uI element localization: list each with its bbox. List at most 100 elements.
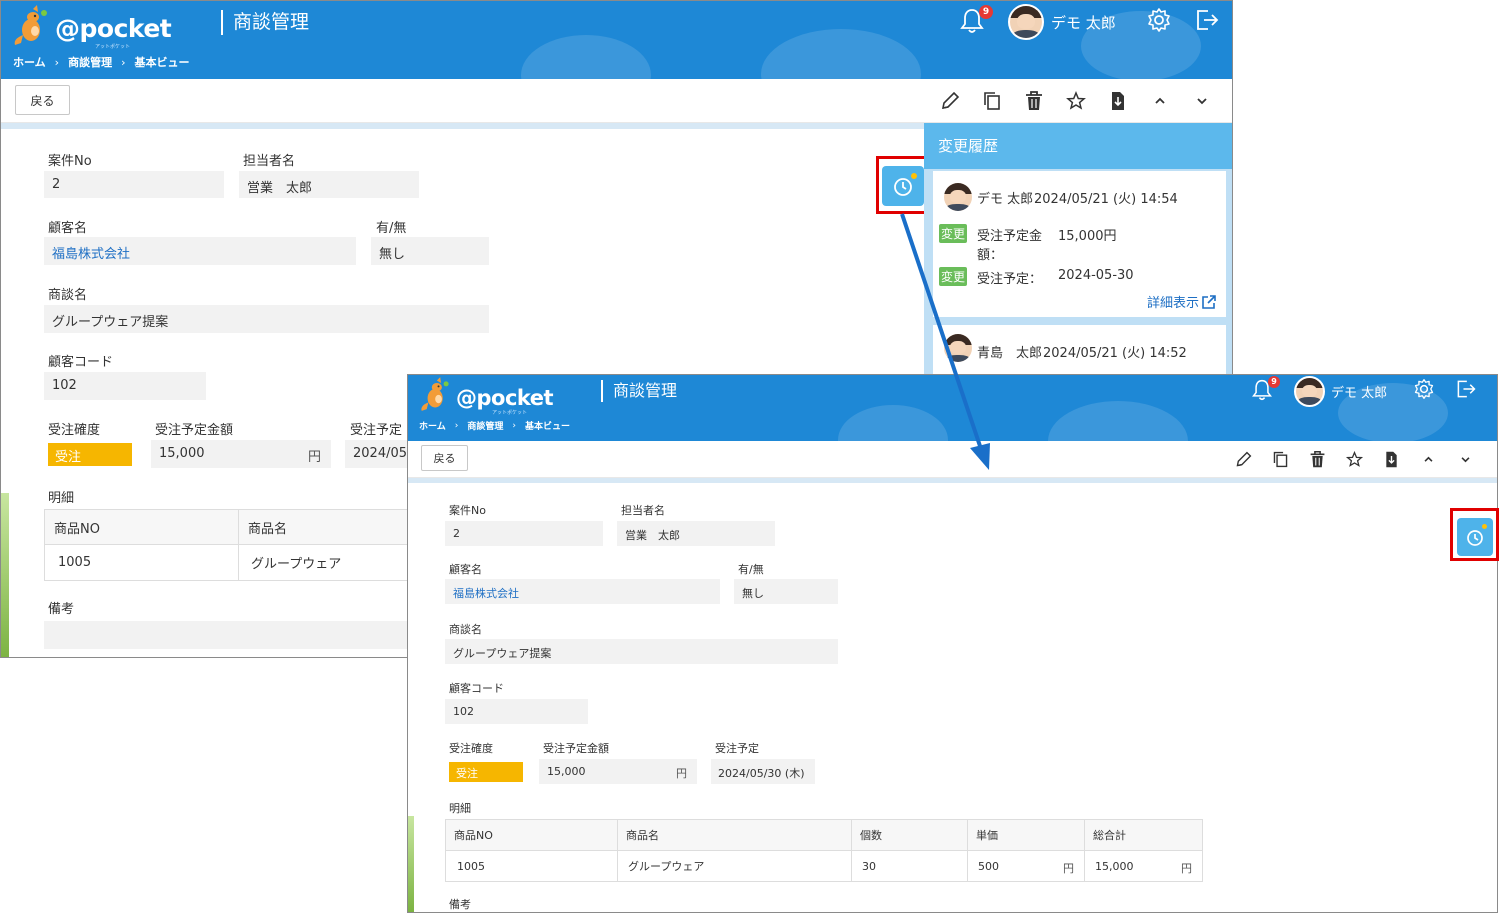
breadcrumb-basic-view: 基本ビュー [134, 56, 190, 69]
detail-view-link[interactable]: 詳細表示 [1147, 292, 1217, 311]
logo-subtext: アットポケット [95, 44, 131, 50]
breadcrumb-deals[interactable]: 商談管理 [467, 419, 503, 432]
user-avatar[interactable] [1008, 4, 1044, 40]
breadcrumb: ホーム › 商談管理 › 基本ビュー [419, 419, 570, 433]
notification-badge: 9 [979, 5, 993, 19]
app-title: 商談管理 [221, 10, 309, 35]
notification-bell-icon[interactable]: 9 [959, 5, 993, 37]
history-entry-datetime: 2024/05/21 (火) 14:52 [1043, 346, 1187, 361]
logo-text: @pocket [456, 386, 554, 410]
flag-field: 無し [734, 579, 838, 604]
change-value: 2024-05-30 [1058, 268, 1134, 283]
history-user-avatar [943, 333, 973, 363]
detail-view-label: 詳細表示 [1147, 296, 1200, 311]
chevron-down-icon[interactable] [1456, 450, 1475, 469]
download-icon[interactable] [1382, 450, 1401, 469]
notification-badge: 9 [1268, 376, 1280, 388]
case-no-label: 案件No [449, 504, 486, 517]
change-field: 受注予定金 [977, 229, 1043, 244]
cell-product-name: グループウェア [238, 544, 408, 581]
logo-text: @pocket [55, 14, 172, 43]
customer-link[interactable]: 福島株式会社 [44, 237, 356, 265]
breadcrumb-home[interactable]: ホーム [13, 54, 46, 70]
header-unit-price: 単価 [967, 819, 1085, 851]
gear-icon[interactable] [1146, 7, 1172, 37]
header-product-name: 商品名 [617, 819, 852, 851]
customer-link[interactable]: 福島株式会社 [445, 579, 720, 604]
breadcrumb-separator-icon: › [454, 420, 459, 431]
change-tag: 変更 [939, 267, 968, 286]
cell-product-no: 1005 [445, 850, 618, 882]
star-icon[interactable] [1345, 450, 1364, 469]
breadcrumb-separator-icon: › [121, 55, 126, 69]
cell-quantity: 30 [851, 850, 968, 882]
cell-product-no: 1005 [44, 544, 239, 581]
action-toolbar: 戻る [1, 79, 1232, 123]
logout-icon[interactable] [1455, 378, 1477, 404]
amount-field: 15,000 円 [151, 440, 331, 468]
history-user-avatar [943, 182, 973, 212]
amount-yen-unit: 円 [307, 450, 321, 465]
notification-bell-icon[interactable]: 9 [1251, 376, 1280, 404]
cell-product-name: グループウェア [617, 850, 852, 882]
owner-field: 営業 太郎 [617, 521, 775, 546]
history-entry-user: 青島 太郎 [977, 346, 1043, 361]
change-value: 15,000円 [1058, 229, 1117, 244]
owner-field: 営業 太郎 [239, 171, 419, 198]
remarks-field [44, 621, 408, 649]
flag-label: 有/無 [738, 563, 764, 576]
owner-label: 担当者名 [621, 504, 665, 517]
app-header: @pocket アットポケット 商談管理 ホーム › 商談管理 › 基本ビュー … [1, 1, 1232, 79]
table-row: 1005 グループウェア 30 500 円 15,000 円 [445, 850, 1203, 882]
header-quantity: 個数 [851, 819, 968, 851]
logo[interactable]: @pocket アットポケット [13, 5, 172, 50]
certainty-badge: 受注 [48, 443, 132, 466]
user-name[interactable]: デモ 太郎 [1331, 382, 1387, 401]
edit-pencil-icon[interactable] [939, 90, 961, 112]
back-button[interactable]: 戻る [15, 85, 70, 115]
breadcrumb-home[interactable]: ホーム [419, 419, 446, 432]
breadcrumb-basic-view: 基本ビュー [524, 422, 570, 432]
amount-label: 受注予定金額 [155, 423, 234, 438]
amount-field: 15,000 円 [539, 759, 697, 784]
trash-icon[interactable] [1308, 450, 1327, 469]
case-no-field: 2 [445, 521, 603, 546]
logout-icon[interactable] [1194, 7, 1220, 37]
edit-pencil-icon[interactable] [1234, 450, 1253, 469]
back-button[interactable]: 戻る [421, 445, 468, 471]
header-actions: 9 デモ 太郎 [1251, 375, 1477, 407]
user-avatar[interactable] [1294, 375, 1325, 407]
app-header: @pocket アットポケット 商談管理 ホーム › 商談管理 › 基本ビュー … [408, 375, 1497, 441]
gear-icon[interactable] [1413, 378, 1435, 404]
history-panel-title: 変更履歴 [924, 123, 1232, 169]
details-table: 商品NO 商品名 1005 グループウェア [44, 509, 408, 581]
header-product-no: 商品NO [445, 819, 618, 851]
action-toolbar: 戻る [408, 441, 1497, 478]
chevron-up-icon[interactable] [1419, 450, 1438, 469]
trash-icon[interactable] [1023, 90, 1045, 112]
breadcrumb-deals[interactable]: 商談管理 [68, 54, 112, 70]
change-tag: 変更 [939, 224, 968, 243]
header-product-name: 商品名 [238, 509, 408, 545]
copy-icon[interactable] [1271, 450, 1290, 469]
chevron-down-icon[interactable] [1191, 90, 1213, 112]
amount-yen-unit: 円 [676, 767, 687, 780]
breadcrumb-separator-icon: › [54, 55, 60, 69]
amount-value: 15,000 [547, 765, 586, 778]
details-label: 明細 [48, 491, 75, 506]
star-icon[interactable] [1065, 90, 1087, 112]
window-history-closed: @pocket アットポケット 商談管理 ホーム › 商談管理 › 基本ビュー … [407, 374, 1498, 913]
chevron-up-icon[interactable] [1149, 90, 1171, 112]
case-no-field: 2 [44, 171, 224, 198]
logo[interactable]: @pocket アットポケット [420, 377, 554, 416]
total-yen: 円 [1181, 861, 1192, 875]
table-row: 1005 グループウェア [44, 544, 408, 581]
cell-unit-price: 500 円 [967, 850, 1085, 882]
copy-icon[interactable] [981, 90, 1003, 112]
customer-code-label: 顧客コード [449, 682, 504, 695]
certainty-label: 受注確度 [48, 423, 101, 438]
details-label: 明細 [449, 802, 471, 815]
download-icon[interactable] [1107, 90, 1129, 112]
deal-name-label: 商談名 [449, 623, 482, 636]
user-name[interactable]: デモ 太郎 [1051, 12, 1116, 33]
